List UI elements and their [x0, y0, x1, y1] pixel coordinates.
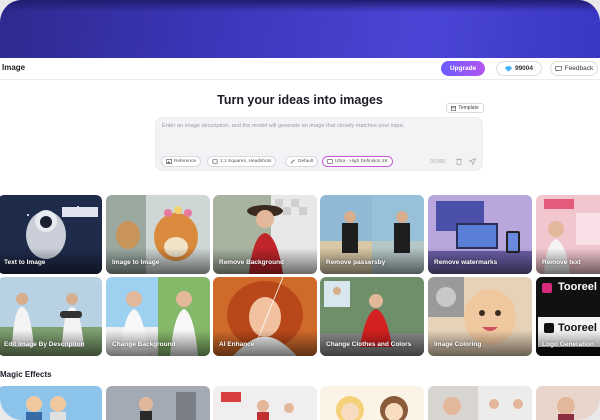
prompt-panel: Enter an image description, and the mode… [155, 117, 483, 171]
diamond-icon [504, 65, 512, 72]
cartoon-couple-image [26, 396, 66, 420]
template-icon [451, 105, 457, 111]
magic-effects-title: Magic Effects [0, 370, 52, 379]
hero-banner [0, 0, 600, 58]
feedback-button[interactable]: Feedback [550, 61, 598, 76]
style-chip[interactable]: Default [285, 156, 319, 167]
tool-label: Image to Image [112, 259, 160, 266]
tool-label: Remove passersby [326, 259, 386, 266]
quality-label: Ultra - High Definition 2K [335, 159, 388, 164]
tool-label: Remove text [542, 259, 581, 266]
send-icon[interactable] [469, 158, 476, 165]
app-window: Image Upgrade 99004 Feedback Turn your i… [0, 0, 600, 420]
tool-label: Remove watermarks [434, 259, 498, 266]
char-counter: 0/2000 [430, 159, 446, 165]
magic-effect-card[interactable] [0, 386, 102, 420]
magic-effect-card[interactable] [320, 386, 424, 420]
tool-card-remove-text[interactable]: Remove text [536, 195, 600, 274]
tool-card-remove-background[interactable]: Remove Background [213, 195, 317, 274]
credits-badge[interactable]: 99004 [496, 61, 542, 76]
image-icon [166, 159, 172, 164]
tool-label: Image Coloring [434, 341, 482, 348]
chibi-image [336, 396, 408, 420]
ratio-label: 1:1 Squares, Headshots [220, 159, 272, 164]
portrait-image [557, 397, 575, 420]
reference-label: Reference [174, 159, 197, 164]
top-bar: Image Upgrade 99004 Feedback [0, 58, 600, 80]
feedback-label: Feedback [564, 65, 594, 72]
brush-icon [290, 159, 295, 164]
tool-label: Change Clothes and Colors [326, 341, 412, 348]
trash-icon[interactable] [456, 158, 462, 165]
reference-chip[interactable]: Reference [161, 156, 202, 167]
tool-label: AI Enhance [219, 341, 255, 348]
template-button[interactable]: Template [446, 103, 484, 113]
headline: Turn your ideas into images [217, 93, 383, 107]
style-label: Default [298, 159, 314, 164]
tool-card-change-clothes-and-colors[interactable]: Change Clothes and Colors [320, 277, 424, 356]
page-title: Image [2, 63, 26, 72]
tool-card-image-coloring[interactable]: Image Coloring [428, 277, 532, 356]
prompt-input[interactable]: Enter an image description, and the mode… [162, 123, 478, 129]
ratio-chip[interactable]: 1:1 Squares, Headshots [207, 156, 277, 167]
magic-effect-card[interactable] [106, 386, 210, 420]
people-collage-image [221, 392, 294, 420]
magic-effect-card[interactable] [428, 386, 532, 420]
hd-icon [327, 159, 333, 164]
portrait-grid-image [428, 386, 523, 420]
magic-effect-card[interactable] [536, 386, 600, 420]
credits-value: 99004 [514, 65, 534, 72]
tool-card-text-to-image[interactable]: Text to Image [0, 195, 102, 274]
tool-label: Text to Image [4, 259, 46, 266]
ratio-icon [212, 159, 218, 164]
tool-label: Edit Image By Description [4, 341, 85, 348]
tool-card-ai-enhance[interactable]: AI Enhance [213, 277, 317, 356]
upgrade-button[interactable]: Upgrade [441, 61, 485, 76]
tool-card-change-background[interactable]: Change Background [106, 277, 210, 356]
tool-label: Remove Background [219, 259, 285, 266]
tool-label: Change Background [112, 341, 176, 348]
magic-effect-card[interactable] [213, 386, 317, 420]
logo-text-dark: Tooreel [558, 281, 597, 293]
template-label: Template [458, 105, 479, 111]
tool-card-remove-passersby[interactable]: Remove passersby [320, 195, 424, 274]
quality-chip[interactable]: Ultra - High Definition 2K [322, 156, 393, 167]
chat-icon [554, 65, 562, 72]
street-scene-image [106, 386, 210, 420]
tool-card-remove-watermarks[interactable]: Remove watermarks [428, 195, 532, 274]
tool-card-logo-generation[interactable]: Tooreel Tooreel Logo Generation [536, 277, 600, 356]
tool-label: Logo Generation [542, 341, 594, 348]
tool-card-image-to-image[interactable]: Image to Image [106, 195, 210, 274]
tool-card-edit-image-by-description[interactable]: Edit Image By Description [0, 277, 102, 356]
